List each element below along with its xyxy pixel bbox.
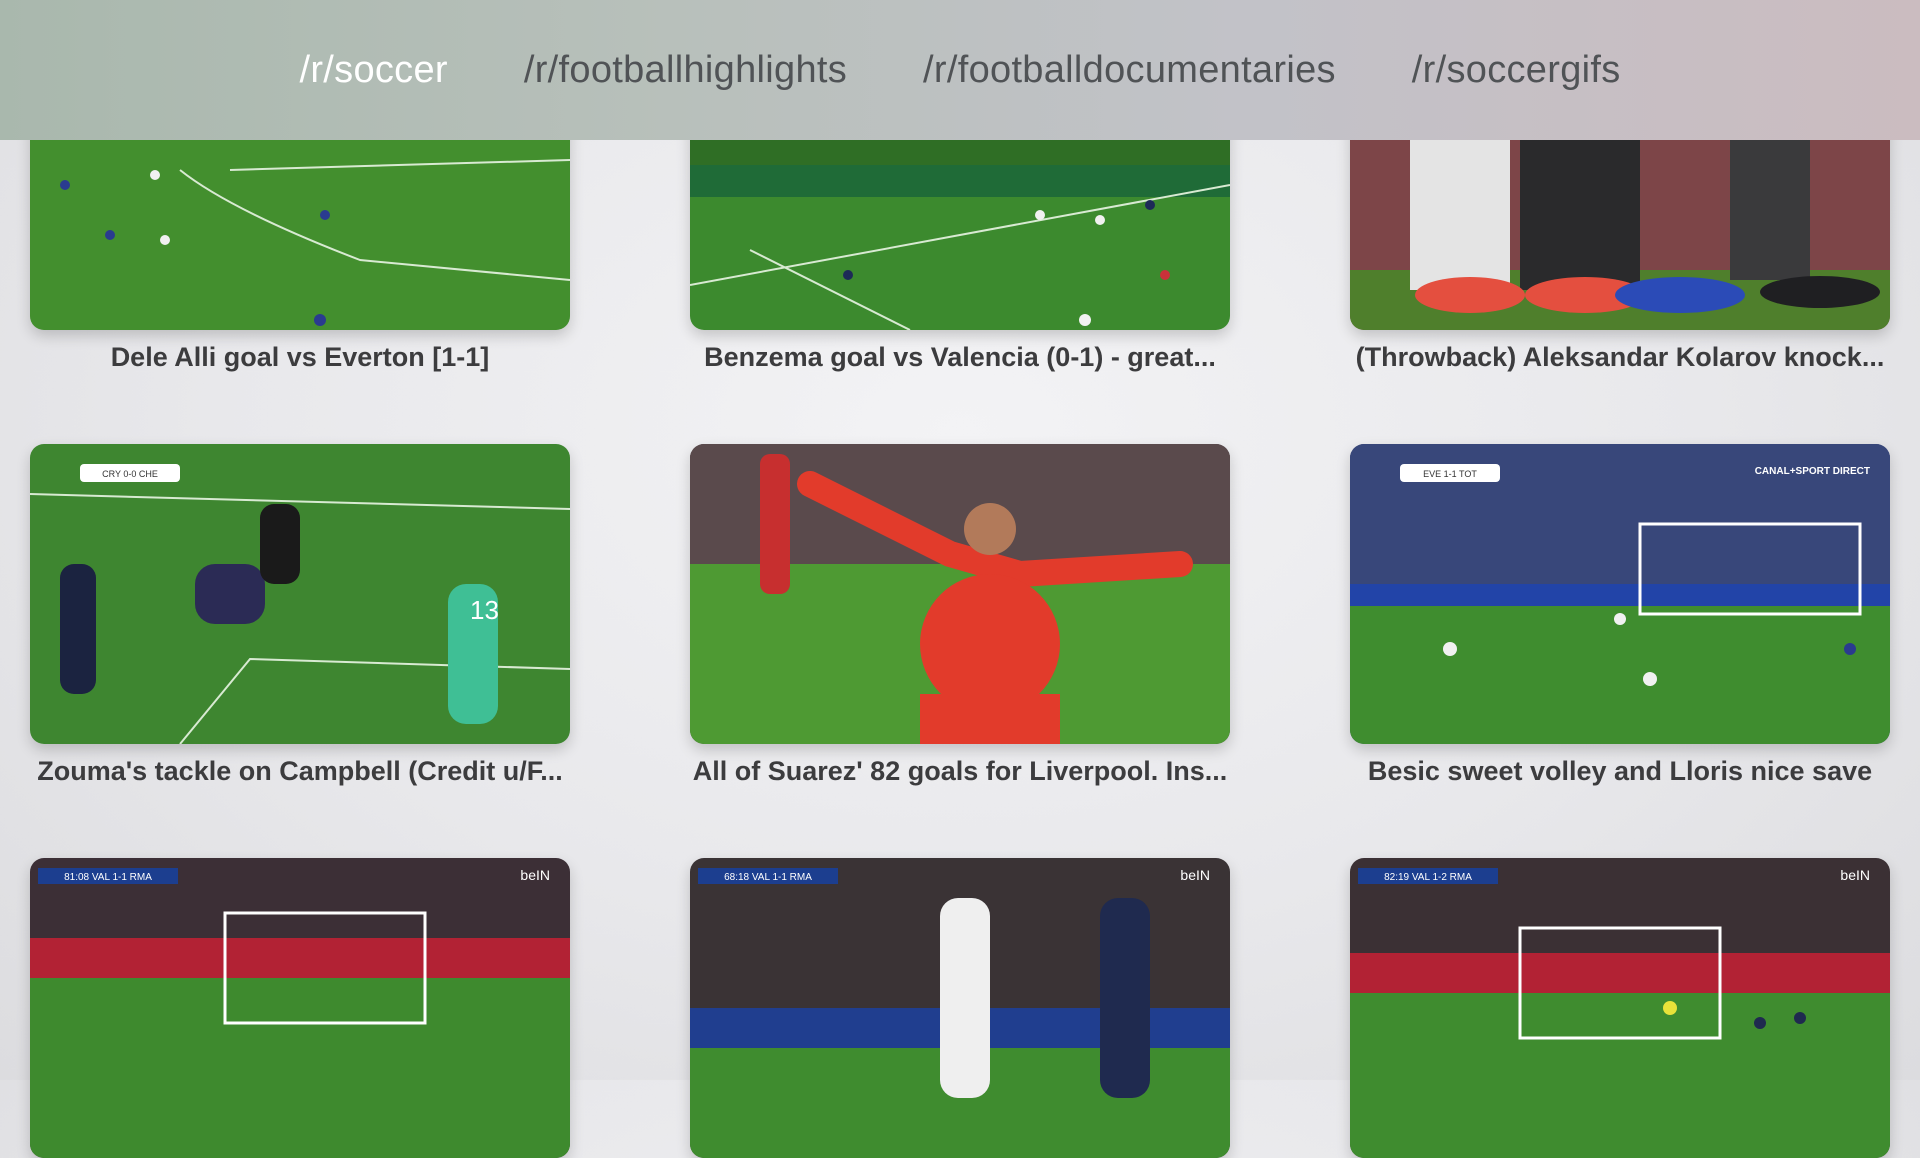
video-title: All of Suarez' 82 goals for Liverpool. I… <box>692 756 1228 786</box>
duel-scene-image: 68:18 VAL 1-1 RMA beIN <box>690 858 1230 1158</box>
goal-scene-image: 82:19 VAL 1-2 RMA beIN <box>1350 858 1890 1158</box>
broadcaster-logo: CANAL+SPORT DIRECT <box>1755 466 1870 477</box>
top-navigation-bar: /r/soccer /r/footballhighlights /r/footb… <box>0 0 1920 140</box>
video-title: (Throwback) Aleksandar Kolarov knock... <box>1355 342 1885 372</box>
video-title: Besic sweet volley and Lloris nice save <box>1367 756 1873 786</box>
video-title: Zouma's tackle on Campbell (Credit u/F..… <box>37 756 563 786</box>
video-thumbnail[interactable]: EVE 1-1 TOT CANAL+SPORT DIRECT <box>1350 444 1890 744</box>
broadcaster-logo: beIN <box>1840 867 1870 883</box>
tab-footballdocumentaries[interactable]: /r/footballdocumentaries <box>923 49 1336 92</box>
tab-soccer[interactable]: /r/soccer <box>299 49 447 92</box>
celebration-scene-image <box>690 444 1230 744</box>
svg-text:13: 13 <box>470 595 499 625</box>
tab-soccergifs[interactable]: /r/soccergifs <box>1412 49 1621 92</box>
broadcaster-logo: beIN <box>520 867 550 883</box>
scoreboard-overlay: 68:18 VAL 1-1 RMA <box>724 872 812 883</box>
scoreboard-overlay: EVE 1-1 TOT <box>1423 469 1477 479</box>
video-thumbnail[interactable] <box>690 444 1230 744</box>
video-thumbnail[interactable]: 82:19 VAL 1-2 RMA beIN <box>1350 858 1890 1158</box>
goalmouth-scene-image: 81:08 VAL 1-1 RMA beIN <box>30 858 570 1158</box>
video-title: Dele Alli goal vs Everton [1-1] <box>110 342 490 372</box>
stadium-scene-image: EVE 1-1 TOT CANAL+SPORT DIRECT <box>1350 444 1890 744</box>
video-title: Benzema goal vs Valencia (0-1) - great..… <box>704 342 1216 372</box>
video-thumbnail[interactable]: CRY 0-0 CHE 13 <box>30 444 570 744</box>
tackle-scene-image: CRY 0-0 CHE 13 <box>30 444 570 744</box>
video-thumbnail[interactable]: 81:08 VAL 1-1 RMA beIN <box>30 858 570 1158</box>
scoreboard-overlay: 82:19 VAL 1-2 RMA <box>1384 872 1472 883</box>
scoreboard-overlay: 81:08 VAL 1-1 RMA <box>64 872 152 883</box>
scoreboard-overlay: CRY 0-0 CHE <box>102 469 158 479</box>
video-grid: Dele Alli goal vs Everton [1-1] Benzema … <box>0 0 1920 1158</box>
tab-footballhighlights[interactable]: /r/footballhighlights <box>524 49 847 92</box>
video-thumbnail[interactable]: 68:18 VAL 1-1 RMA beIN <box>690 858 1230 1158</box>
broadcaster-logo: beIN <box>1180 867 1210 883</box>
